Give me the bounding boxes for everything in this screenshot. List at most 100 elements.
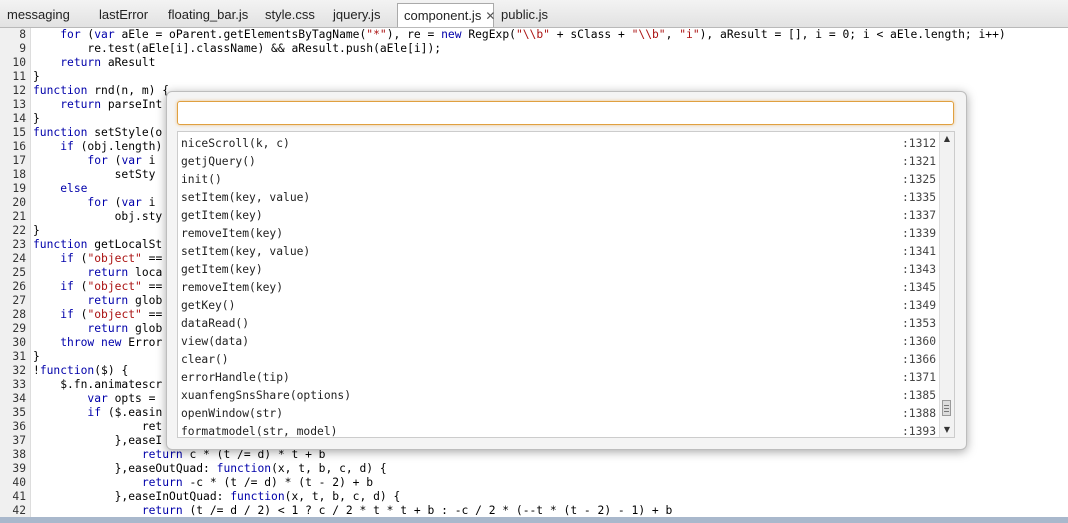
code-text: },easeInOutQuad: function(x, t, b, c, d)… [33,490,401,503]
code-text: if ("object" == [60,280,163,293]
line-number: 25 [12,266,26,279]
code-text: } [33,350,40,363]
line-number: 17 [12,154,26,167]
code-text: if ($.easin [87,406,163,419]
line-number: 22 [12,224,26,237]
code-text: } [33,224,40,237]
symbol-line-number: :1339 [901,227,936,240]
line-number: 41 [12,490,26,503]
symbol-list-item[interactable]: getjQuery():1321 [178,153,940,171]
arrow-down-icon[interactable]: ▼ [940,423,954,437]
tab-5[interactable]: component.js ✕ [397,3,495,27]
symbol-list-item[interactable]: getItem(key):1337 [178,207,940,225]
tab-label: component.js [404,8,482,23]
symbol-list-item[interactable]: getKey() :1349 [178,297,940,315]
taskbar [0,517,1068,523]
symbol-line-number: :1360 [901,335,936,348]
line-number: 35 [12,406,26,419]
tab-label: messaging [7,7,70,22]
code-text: ret [33,420,163,433]
symbol-list-item[interactable]: init() :1325 [178,171,940,189]
symbol-name: errorHandle(tip) [181,371,290,384]
line-number: 14 [12,112,26,125]
line-number: 34 [12,392,26,405]
tab-4[interactable]: jquery.js [326,3,386,26]
symbol-line-number: :1393 [901,425,936,438]
line-number: 18 [12,168,26,181]
arrow-up-icon[interactable]: ▲ [940,132,954,146]
line-number: 36 [12,420,26,433]
symbol-list-item[interactable]: view(data):1360 [178,333,940,351]
tab-0[interactable]: messaging [0,3,82,26]
line-number: 11 [12,70,26,83]
symbol-name: init() [181,173,222,186]
symbol-name: getKey() [181,299,236,312]
symbol-list-item[interactable]: openWindow(str) :1388 [178,405,940,423]
code-text: setSty [33,168,156,181]
code-text: return c * (t /= d) * t + b [141,448,326,461]
symbol-name: removeItem(key) [181,227,284,240]
symbol-name: setItem(key, value) [181,191,311,204]
line-number: 39 [12,462,26,475]
symbol-line-number: :1385 [901,389,936,402]
symbol-line-number: :1312 [901,137,936,150]
symbol-line-number: :1388 [901,407,936,420]
tab-3[interactable]: style.css [258,3,316,26]
code-text: return -c * (t /= d) * (t - 2) + b [141,476,374,489]
symbol-list[interactable]: niceScroll(k, c):1312 getjQuery():1321 ini… [177,131,955,438]
tab-label: public.js [501,7,548,22]
symbol-name: openWindow(str) [181,407,284,420]
symbol-list-item[interactable]: formatmodel(str, model) :1393 [178,423,940,438]
line-number: 19 [12,182,26,195]
line-number: 16 [12,140,26,153]
code-text: function setStyle(o [33,126,163,139]
code-text: return glob [87,294,163,307]
code-text: return (t /= d / 2) < 1 ? c / 2 * t * t … [141,504,673,517]
symbol-list-item[interactable]: setItem(key, value):1341 [178,243,940,261]
code-text: } [33,112,40,125]
symbol-list-item[interactable]: setItem(key, value) :1335 [178,189,940,207]
code-text: for (var aEle = oParent.getElementsByTag… [60,28,1006,41]
line-number: 31 [12,350,26,363]
symbol-line-number: :1343 [901,263,936,276]
symbol-list-item[interactable]: getItem(key) :1343 [178,261,940,279]
line-number: 24 [12,252,26,265]
symbol-line-number: :1321 [901,155,936,168]
tab-2[interactable]: floating_bar.js [161,3,249,26]
symbol-name: formatmodel(str, model) [181,425,338,438]
symbol-line-number: :1349 [901,299,936,312]
symbol-list-item[interactable]: errorHandle(tip) :1371 [178,369,940,387]
symbol-line-number: :1337 [901,209,936,222]
symbol-list-item[interactable]: removeItem(key) :1339 [178,225,940,243]
tab-1[interactable]: lastError [92,3,152,26]
line-number: 40 [12,476,26,489]
line-number: 37 [12,434,26,447]
symbol-list-item[interactable]: xuanfengSnsShare(options) :1385 [178,387,940,405]
symbol-name: xuanfengSnsShare(options) [181,389,352,402]
line-number: 10 [12,56,26,69]
symbol-list-item[interactable]: niceScroll(k, c) :1312 [178,135,940,153]
symbol-line-number: :1325 [901,173,936,186]
line-number: 21 [12,210,26,223]
line-number: 28 [12,308,26,321]
tab-6[interactable]: public.js [494,3,550,26]
code-text: return parseInt [60,98,163,111]
line-number: 29 [12,322,26,335]
symbol-list-item[interactable]: clear():1366 [178,351,940,369]
goto-symbol-input[interactable] [177,101,954,125]
line-number: 20 [12,196,26,209]
symbol-list-item[interactable]: dataRead():1353 [178,315,940,333]
symbol-line-number: :1371 [901,371,936,384]
code-text: $.fn.animatescr [33,378,163,391]
code-text: function getLocalSt [33,238,163,251]
symbol-list-scrollbar[interactable]: ▲ ▼ [939,132,954,437]
symbol-line-number: :1353 [901,317,936,330]
symbol-list-item[interactable]: removeItem(key):1345 [178,279,940,297]
symbol-line-number: :1366 [901,353,936,366]
symbol-name: niceScroll(k, c) [181,137,290,150]
line-number: 13 [12,98,26,111]
symbol-name: getItem(key) [181,263,263,276]
scrollbar-thumb[interactable] [942,400,951,416]
line-number: 12 [12,84,26,97]
symbol-line-number: :1335 [901,191,936,204]
